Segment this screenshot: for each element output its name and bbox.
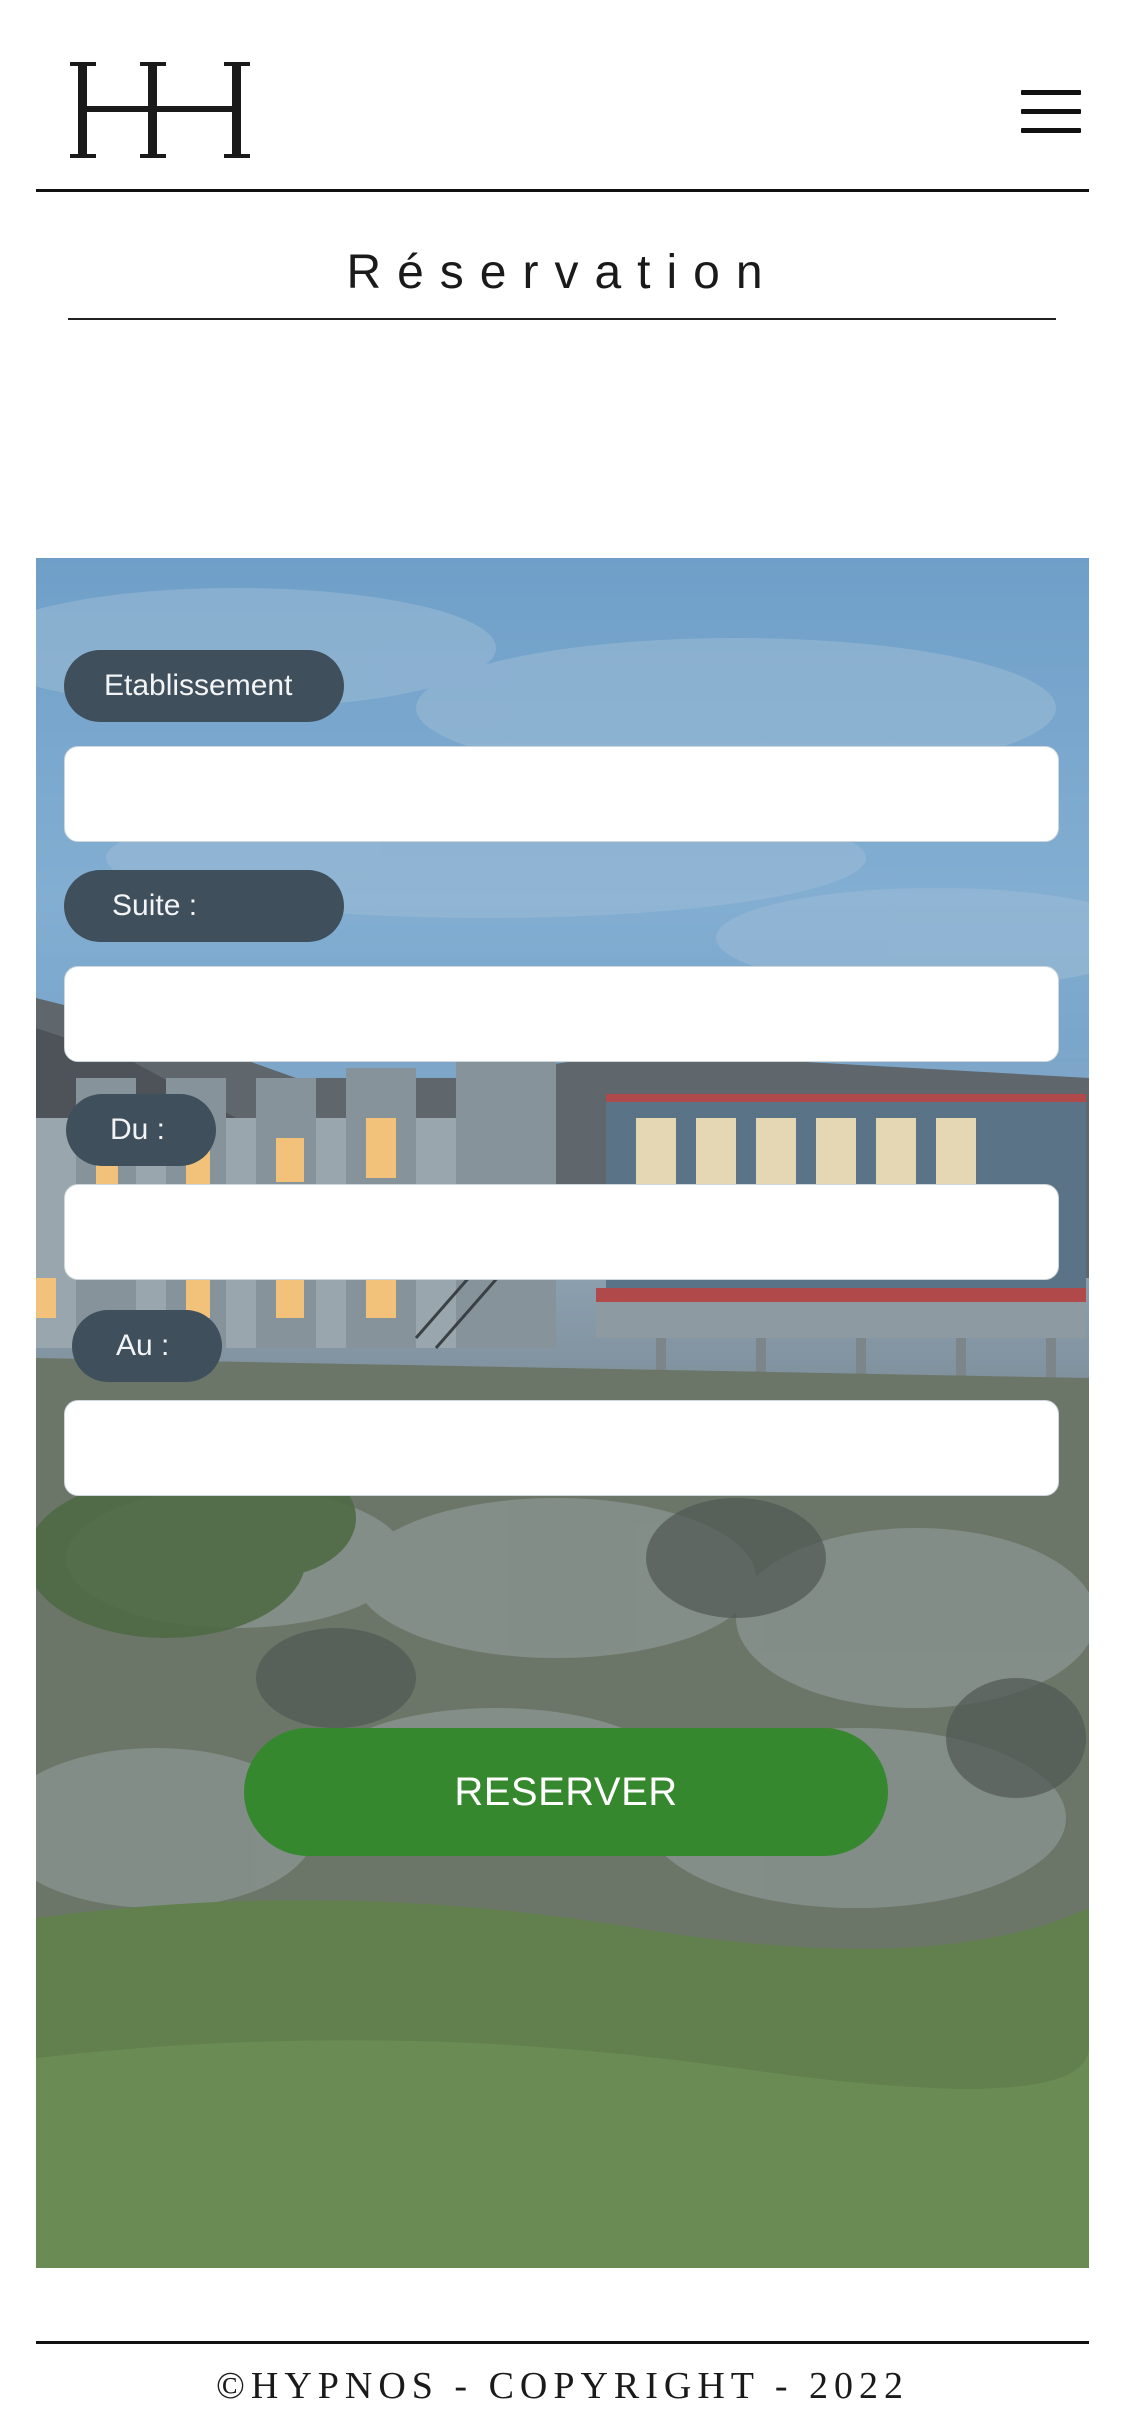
footer-divider: [36, 2341, 1089, 2344]
footer-copyright: ©HYPNOS - COPYRIGHT - 2022: [216, 2365, 909, 2407]
end-date-label: Au :: [72, 1310, 222, 1382]
hamburger-menu-icon[interactable]: [1015, 84, 1085, 140]
start-date-input[interactable]: [64, 1184, 1059, 1280]
page-title: Réservation: [346, 246, 779, 299]
menu-bar: [1021, 109, 1081, 114]
hh-monogram-logo[interactable]: [70, 60, 260, 160]
establishment-input[interactable]: [64, 746, 1059, 842]
header-divider: [36, 189, 1089, 192]
start-date-label: Du :: [66, 1094, 216, 1166]
end-date-input[interactable]: [64, 1400, 1059, 1496]
suite-label: Suite :: [64, 870, 344, 942]
menu-bar: [1021, 128, 1081, 133]
title-underline: [68, 318, 1056, 320]
establishment-label: Etablissement :: [64, 650, 344, 774]
suite-input[interactable]: [64, 966, 1059, 1062]
reserve-button[interactable]: RESERVER: [244, 1728, 888, 1856]
reservation-form-hero: Etablissement : Suite : Du : Au : RESERV…: [36, 558, 1089, 2268]
menu-bar: [1021, 90, 1081, 95]
